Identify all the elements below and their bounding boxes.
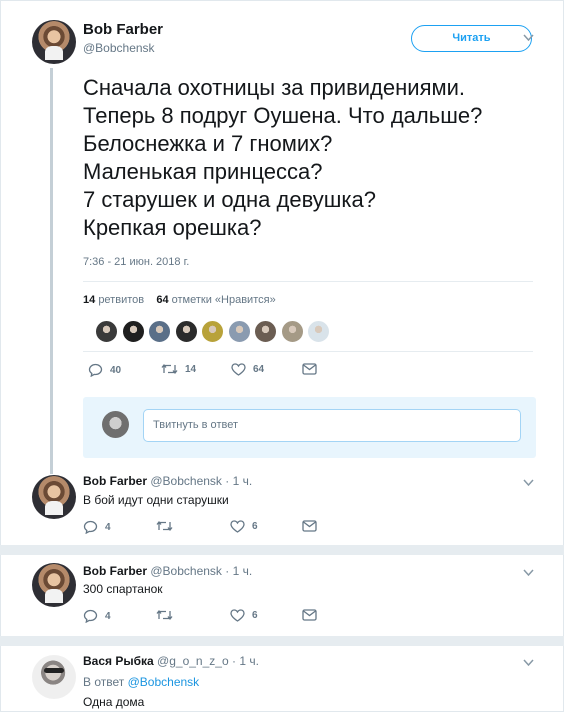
reply-icon bbox=[88, 363, 103, 378]
reply-time[interactable]: 1 ч. bbox=[233, 564, 253, 578]
tweet-text-line: Белоснежка и 7 гномих? bbox=[83, 131, 333, 156]
reply-time[interactable]: 1 ч. bbox=[239, 654, 259, 668]
avatar[interactable] bbox=[32, 475, 76, 519]
tweet-text-line: Сначала охотницы за привидениями. bbox=[83, 75, 466, 100]
reply-input[interactable]: Твитнуть в ответ bbox=[143, 409, 521, 442]
dm-button[interactable] bbox=[302, 609, 317, 621]
author-handle[interactable]: @g_o_n_z_o bbox=[157, 654, 229, 668]
follow-button[interactable]: Читать bbox=[411, 25, 532, 52]
retweet-button[interactable] bbox=[156, 609, 173, 621]
reply-time[interactable]: 1 ч. bbox=[233, 474, 253, 488]
avatar bbox=[102, 411, 129, 438]
like-count: 6 bbox=[252, 521, 258, 532]
dm-button[interactable] bbox=[302, 520, 317, 532]
tweet-text: Сначала охотницы за привидениями. Теперь… bbox=[83, 74, 543, 242]
author-name[interactable]: Bob Farber bbox=[83, 21, 163, 38]
dm-button[interactable] bbox=[302, 363, 317, 375]
author-name[interactable]: Bob Farber bbox=[83, 564, 147, 578]
chevron-down-icon[interactable] bbox=[523, 478, 534, 490]
liker-avatar[interactable] bbox=[148, 320, 171, 343]
retweet-icon bbox=[156, 521, 173, 532]
dot-separator: · bbox=[225, 474, 230, 488]
retweets-label[interactable]: ретвитов bbox=[98, 294, 144, 306]
tweet-text-line: Теперь 8 подруг Оушена. Что дальше? bbox=[83, 103, 483, 128]
retweets-count[interactable]: 14 bbox=[83, 294, 95, 306]
reply-text: 300 спартанок bbox=[83, 582, 163, 596]
replying-to-label: В ответ bbox=[83, 675, 125, 689]
avatar[interactable] bbox=[32, 655, 76, 699]
tweet-timestamp[interactable]: 7:36 - 21 июн. 2018 г. bbox=[83, 256, 189, 268]
like-count: 6 bbox=[252, 610, 258, 621]
tweet-text-line: Крепкая орешка? bbox=[83, 215, 262, 240]
divider bbox=[83, 351, 533, 352]
chevron-down-icon[interactable] bbox=[523, 33, 534, 45]
heart-icon bbox=[230, 609, 245, 622]
divider bbox=[83, 281, 533, 282]
liker-avatar[interactable] bbox=[280, 320, 304, 343]
retweet-button[interactable]: 14 bbox=[161, 363, 196, 375]
reply-count: 4 bbox=[105, 521, 111, 533]
author-name[interactable]: Вася Рыбка bbox=[83, 654, 154, 668]
reply-header: Вася Рыбка @g_o_n_z_o · 1 ч. bbox=[83, 654, 259, 668]
reply-header: Bob Farber @Bobchensk · 1 ч. bbox=[83, 564, 252, 578]
like-button[interactable]: 6 bbox=[230, 520, 258, 533]
author-handle[interactable]: @Bobchensk bbox=[150, 564, 222, 578]
dot-separator: · bbox=[225, 564, 230, 578]
chevron-down-icon[interactable] bbox=[523, 568, 534, 580]
liker-avatar[interactable] bbox=[227, 320, 251, 343]
retweet-icon bbox=[161, 364, 178, 375]
replying-to: В ответ @Bobchensk bbox=[83, 675, 199, 689]
thread-connector-line bbox=[50, 68, 53, 474]
author-name[interactable]: Bob Farber bbox=[83, 474, 147, 488]
reply-header: Bob Farber @Bobchensk · 1 ч. bbox=[83, 474, 252, 488]
heart-icon bbox=[230, 520, 245, 533]
reply-text: В бой идут одни старушки bbox=[83, 493, 229, 507]
liker-avatar[interactable] bbox=[201, 320, 224, 343]
retweet-count: 14 bbox=[185, 363, 197, 375]
engagement-stats: 14 ретвитов 64 отметки «Нравится» bbox=[83, 294, 276, 306]
envelope-icon bbox=[302, 363, 317, 375]
likes-count[interactable]: 64 bbox=[156, 294, 168, 306]
tweet-actions: 40 14 64 bbox=[88, 363, 328, 381]
avatar[interactable] bbox=[32, 563, 76, 607]
author-handle[interactable]: @Bobchensk bbox=[150, 474, 222, 488]
dot-separator: · bbox=[231, 654, 236, 668]
reply-button[interactable]: 40 bbox=[88, 363, 122, 378]
divider bbox=[0, 545, 564, 555]
reply-count: 4 bbox=[105, 610, 111, 622]
reply-actions: 4 6 bbox=[83, 520, 323, 538]
liker-avatar[interactable] bbox=[254, 320, 277, 343]
retweet-button[interactable] bbox=[156, 520, 173, 532]
liker-avatar[interactable] bbox=[174, 320, 198, 343]
reply-text: Одна дома bbox=[83, 695, 145, 709]
liker-avatar[interactable] bbox=[95, 320, 118, 343]
reply-count: 40 bbox=[110, 364, 122, 376]
reply-button[interactable]: 4 bbox=[83, 609, 111, 624]
like-button[interactable]: 6 bbox=[230, 609, 258, 622]
avatar[interactable] bbox=[32, 20, 76, 64]
chevron-down-icon[interactable] bbox=[523, 658, 534, 670]
reply-icon bbox=[83, 520, 98, 535]
replying-to-handle[interactable]: @Bobchensk bbox=[128, 675, 200, 689]
tweet-text-line: Маленькая принцесса? bbox=[83, 159, 323, 184]
envelope-icon bbox=[302, 609, 317, 621]
reply-composer: Твитнуть в ответ bbox=[83, 397, 536, 458]
like-count: 64 bbox=[253, 364, 265, 375]
liker-avatar[interactable] bbox=[121, 320, 145, 343]
envelope-icon bbox=[302, 520, 317, 532]
retweet-icon bbox=[156, 610, 173, 621]
tweet-text-line: 7 старушек и одна девушка? bbox=[83, 187, 377, 212]
heart-icon bbox=[231, 363, 246, 376]
divider bbox=[0, 636, 564, 646]
reply-actions: 4 6 bbox=[83, 609, 323, 627]
liker-avatar[interactable] bbox=[307, 320, 330, 343]
reply-button[interactable]: 4 bbox=[83, 520, 111, 535]
reply-icon bbox=[83, 609, 98, 624]
likes-label[interactable]: отметки «Нравится» bbox=[172, 294, 276, 306]
like-button[interactable]: 64 bbox=[231, 363, 264, 376]
author-handle[interactable]: @Bobchensk bbox=[83, 41, 155, 55]
